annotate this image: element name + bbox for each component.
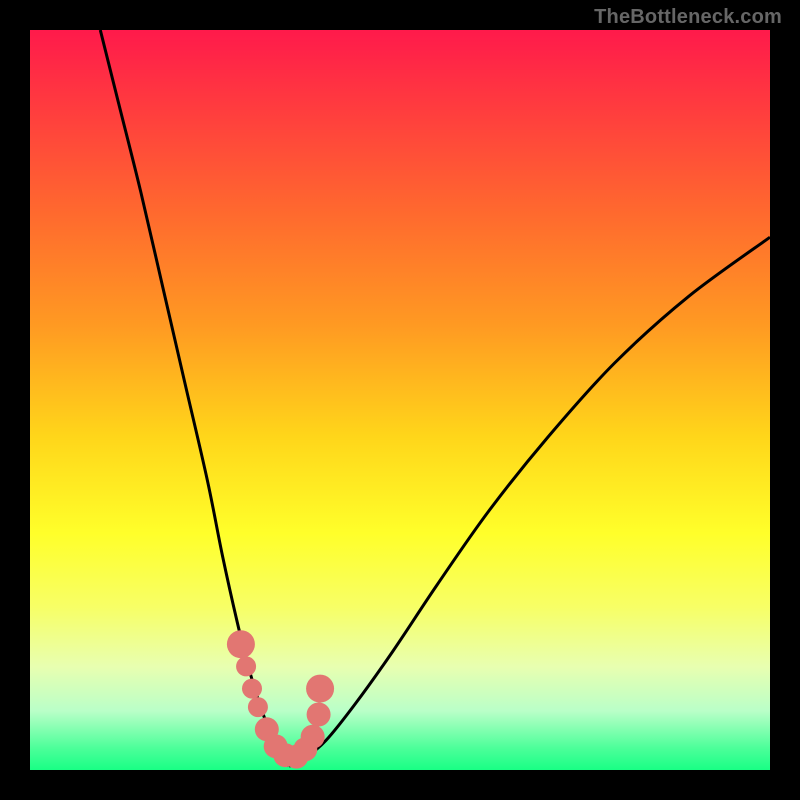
marker-point bbox=[236, 656, 256, 676]
marker-point bbox=[248, 697, 268, 717]
chart-svg bbox=[30, 30, 770, 770]
marker-point bbox=[227, 630, 255, 658]
plot-area bbox=[30, 30, 770, 770]
background-rect bbox=[30, 30, 770, 770]
marker-point bbox=[301, 725, 325, 749]
marker-point bbox=[306, 675, 334, 703]
marker-point bbox=[307, 703, 331, 727]
watermark-text: TheBottleneck.com bbox=[594, 6, 782, 29]
marker-point bbox=[242, 679, 262, 699]
frame: TheBottleneck.com bbox=[0, 0, 800, 800]
